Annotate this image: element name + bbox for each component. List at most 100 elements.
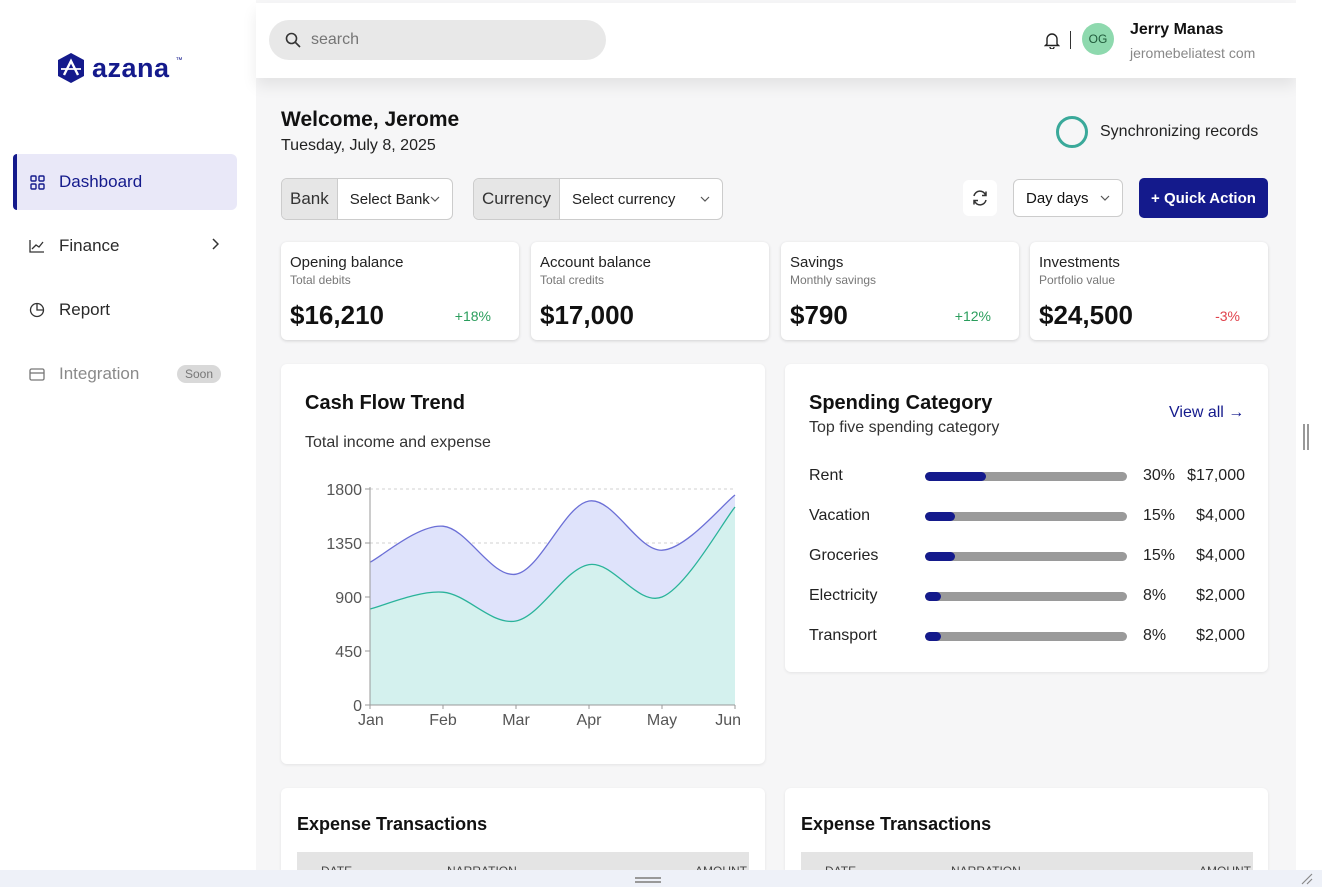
current-date: Tuesday, July 8, 2025	[281, 137, 436, 154]
currency-filter-label: Currency	[474, 179, 560, 219]
cashflow-card: Cash Flow Trend Total income and expense…	[281, 364, 765, 764]
header-divider	[1070, 31, 1071, 49]
currency-select[interactable]: Select currency	[560, 179, 722, 219]
sync-status: Synchronizing records	[1056, 116, 1258, 148]
spending-row-electricity: Electricity 8% $2,000	[809, 584, 1245, 608]
x-tick-label: Mar	[502, 712, 530, 729]
cashflow-chart: 045090013501800Jan Feb Mar Apr May Jun	[326, 482, 741, 729]
bank-filter-label: Bank	[282, 179, 338, 219]
spending-amount: $4,000	[1196, 547, 1245, 564]
y-tick-label: 900	[335, 590, 362, 607]
stat-change: -3%	[1215, 308, 1240, 324]
spending-bar-fill	[925, 471, 986, 481]
expense-transactions-card: Expense Transactions DATE NARRATION AMOU…	[281, 788, 765, 882]
sidebar-item-label: Dashboard	[59, 172, 143, 191]
sync-status-text: Synchronizing records	[1100, 123, 1259, 140]
sidebar-nav: Dashboard Finance Report Integration Soo…	[13, 154, 237, 410]
stat-card-investments: Investments Portfolio value $24,500 -3%	[1030, 242, 1268, 340]
y-tick-label: 1800	[326, 482, 362, 499]
bank-select[interactable]: Select Bank	[338, 179, 452, 219]
spending-row-transport: Transport 8% $2,000	[809, 624, 1245, 648]
line-chart-icon	[29, 238, 45, 254]
spending-bar-fill	[925, 551, 956, 561]
x-tick-label: Apr	[577, 712, 603, 729]
spending-percent: 15%	[1143, 507, 1176, 524]
avatar[interactable]: OG	[1082, 23, 1114, 55]
stat-card-savings: Savings Monthly savings $790 +12%	[781, 242, 1019, 340]
brand-trademark: ™	[175, 56, 183, 64]
spending-row-rent: Rent 30% $17,000	[809, 464, 1245, 488]
stat-title: Account balance	[540, 254, 651, 271]
days-select[interactable]: Day days	[1013, 179, 1123, 217]
stat-title: Opening balance	[290, 254, 404, 271]
resize-corner-icon[interactable]	[1298, 870, 1314, 886]
spending-percent: 30%	[1143, 467, 1176, 484]
sync-spinner-icon	[1056, 116, 1088, 148]
spending-percent: 8%	[1143, 587, 1167, 604]
brand-name: azana	[92, 52, 170, 83]
stat-change: +12%	[954, 308, 991, 324]
stat-change: +18%	[454, 308, 491, 324]
card-icon	[29, 366, 45, 382]
stat-value: $17,000	[540, 300, 634, 330]
spending-name: Vacation	[809, 507, 871, 524]
refresh-icon	[973, 190, 987, 206]
spending-bar-track	[925, 551, 1127, 561]
search-box[interactable]	[269, 20, 606, 60]
quick-action-button[interactable]: + Quick Action	[1139, 178, 1268, 218]
x-tick-label: Jun	[715, 712, 741, 729]
sidebar-item-label: Finance	[59, 236, 120, 255]
spending-percent: 8%	[1143, 627, 1167, 644]
spending-bar-track	[925, 591, 1127, 601]
sidebar-item-report[interactable]: Report	[13, 282, 237, 338]
transactions-title: Expense Transactions	[801, 814, 992, 834]
horizontal-resize-handle[interactable]	[635, 877, 661, 883]
stat-card-opening-balance: Opening balance Total debits $16,210 +18…	[281, 242, 519, 340]
soon-badge: Soon	[176, 365, 221, 383]
currency-filter[interactable]: Currency Select currency	[473, 178, 723, 220]
spending-bar-fill	[925, 631, 942, 641]
stat-subtitle: Total debits	[290, 273, 351, 287]
search-input[interactable]	[311, 31, 571, 49]
spending-bar-fill	[925, 511, 956, 521]
horizontal-scrollbar[interactable]	[0, 870, 1322, 887]
spending-percent: 15%	[1143, 547, 1176, 564]
chevron-down-icon	[430, 196, 440, 202]
chevron-down-icon	[700, 196, 710, 202]
brand-logo[interactable]: azana ™	[56, 52, 183, 84]
spending-amount: $2,000	[1196, 587, 1245, 604]
sidebar-item-label: Report	[59, 300, 111, 319]
x-tick-label: Jan	[358, 712, 384, 729]
bell-icon[interactable]	[1044, 31, 1060, 49]
stat-subtitle: Total credits	[540, 273, 605, 287]
sidebar-item-finance[interactable]: Finance	[13, 218, 237, 274]
spending-name: Transport	[809, 627, 877, 644]
user-name: Jerry Manas	[1130, 21, 1224, 38]
spending-amount: $2,000	[1196, 627, 1245, 644]
bank-filter[interactable]: Bank Select Bank	[281, 178, 453, 220]
spending-amount: $4,000	[1196, 507, 1245, 524]
chevron-right-icon	[212, 238, 219, 250]
vertical-resize-handle[interactable]	[1303, 424, 1309, 450]
spending-name: Electricity	[809, 587, 878, 604]
stat-subtitle: Portfolio value	[1039, 273, 1116, 287]
y-tick-label: 1350	[326, 536, 362, 553]
spending-bar-track	[925, 511, 1127, 521]
spending-row-vacation: Vacation 15% $4,000	[809, 504, 1245, 528]
sidebar-item-label: Integration	[59, 364, 140, 383]
spending-bar-track	[925, 631, 1127, 641]
page-title: Welcome, Jerome	[281, 108, 460, 131]
expense-transactions-card-2: Expense Transactions DATE NARRATION AMOU…	[785, 788, 1268, 882]
stat-title: Investments	[1039, 254, 1120, 271]
stat-subtitle: Monthly savings	[790, 273, 877, 287]
bank-select-value: Select Bank	[349, 190, 430, 208]
sidebar: azana ™ Dashboard Finance Report Integra…	[0, 0, 256, 887]
sidebar-item-integration[interactable]: Integration Soon	[13, 346, 237, 402]
spending-title: Spending Category	[809, 392, 993, 414]
transactions-title: Expense Transactions	[297, 814, 488, 834]
refresh-button[interactable]	[963, 180, 997, 216]
sidebar-item-dashboard[interactable]: Dashboard	[13, 154, 237, 210]
vertical-scrollbar[interactable]	[1296, 0, 1322, 870]
view-all-link[interactable]: View all →	[1169, 404, 1244, 422]
spending-subtitle: Top five spending category	[809, 419, 1000, 436]
